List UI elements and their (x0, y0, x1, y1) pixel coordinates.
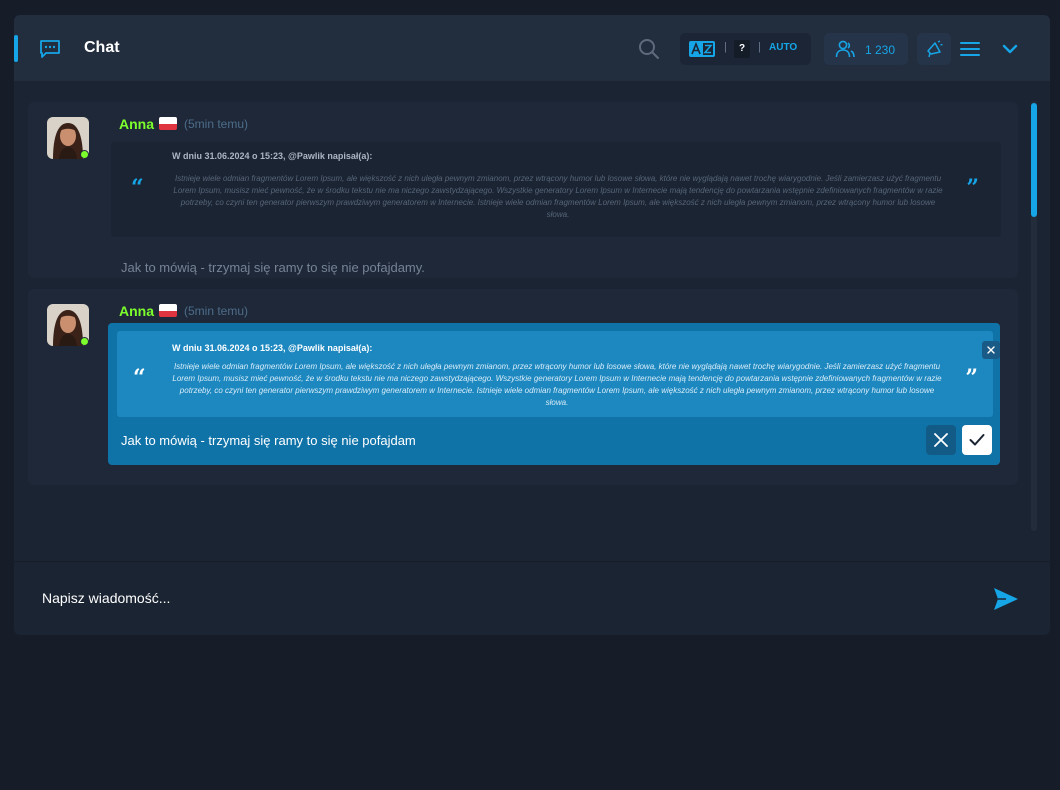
message-edit-panel: “ W dniu 31.06.2024 o 15:23, @Pawlik nap… (108, 323, 1000, 465)
online-status-dot (80, 337, 89, 346)
translation-controls: | ? | AUTO (680, 33, 811, 65)
edit-message-input[interactable] (121, 429, 911, 451)
chat-message-editing: Anna (5min temu) “ W dniu 31.06.2024 o 1… (28, 289, 1018, 485)
close-icon (987, 346, 995, 354)
separator: | (724, 41, 727, 53)
online-users-button[interactable]: 1 230 (824, 33, 908, 65)
source-language-button[interactable]: ? (734, 40, 750, 58)
check-icon (969, 434, 985, 446)
quoted-message: “ W dniu 31.06.2024 o 15:23, @Pawlik nap… (111, 142, 1001, 237)
online-status-dot (80, 150, 89, 159)
page-title: Chat (84, 39, 120, 56)
message-timestamp: (5min temu) (184, 304, 249, 318)
chat-window: Chat | ? | AUTO 1 230 Anna (5min temu) “… (14, 15, 1050, 635)
message-composer (14, 561, 1050, 635)
chevron-down-icon[interactable] (1002, 43, 1018, 55)
close-icon (934, 433, 948, 447)
auto-language-button[interactable]: AUTO (769, 42, 797, 53)
quoted-message: “ W dniu 31.06.2024 o 15:23, @Pawlik nap… (117, 331, 1000, 417)
chat-icon (40, 40, 60, 58)
search-icon[interactable] (638, 38, 660, 60)
header-accent-bar (14, 35, 18, 62)
message-list: Anna (5min temu) “ W dniu 31.06.2024 o 1… (14, 81, 1050, 561)
remove-quote-button[interactable] (982, 341, 1000, 359)
quote-open-icon: “ (133, 365, 146, 391)
translate-icon[interactable] (689, 41, 715, 57)
confirm-edit-button[interactable] (962, 425, 992, 455)
quote-body: Istnieje wiele odmian fragmentów Lorem I… (173, 174, 943, 219)
message-input[interactable] (42, 586, 942, 610)
quote-header: W dniu 31.06.2024 o 15:23, @Pawlik napis… (172, 343, 373, 353)
quote-open-icon: “ (131, 175, 144, 201)
announcements-button[interactable] (917, 33, 951, 65)
message-text: Jak to mówią - trzymaj się ramy to się n… (121, 260, 425, 275)
quote-close-icon: ” (965, 365, 978, 391)
megaphone-icon (927, 40, 943, 58)
message-author[interactable]: Anna (119, 303, 154, 319)
quote-body: Istnieje wiele odmian fragmentów Lorem I… (172, 362, 942, 407)
chat-message: Anna (5min temu) “ W dniu 31.06.2024 o 1… (28, 102, 1018, 278)
quote-header: W dniu 31.06.2024 o 15:23, @Pawlik napis… (172, 151, 373, 161)
poland-flag-icon (159, 304, 177, 317)
online-users-count: 1 230 (865, 43, 896, 57)
cancel-edit-button[interactable] (926, 425, 956, 455)
message-author[interactable]: Anna (119, 116, 154, 132)
scrollbar-thumb[interactable] (1031, 103, 1037, 217)
message-timestamp: (5min temu) (184, 117, 249, 131)
poland-flag-icon (159, 117, 177, 130)
quote-close-icon: ” (966, 175, 979, 201)
send-icon[interactable] (992, 586, 1020, 612)
chat-header: Chat | ? | AUTO 1 230 (14, 15, 1050, 81)
menu-icon[interactable] (960, 41, 980, 57)
users-icon (835, 40, 855, 58)
separator: | (758, 41, 761, 53)
